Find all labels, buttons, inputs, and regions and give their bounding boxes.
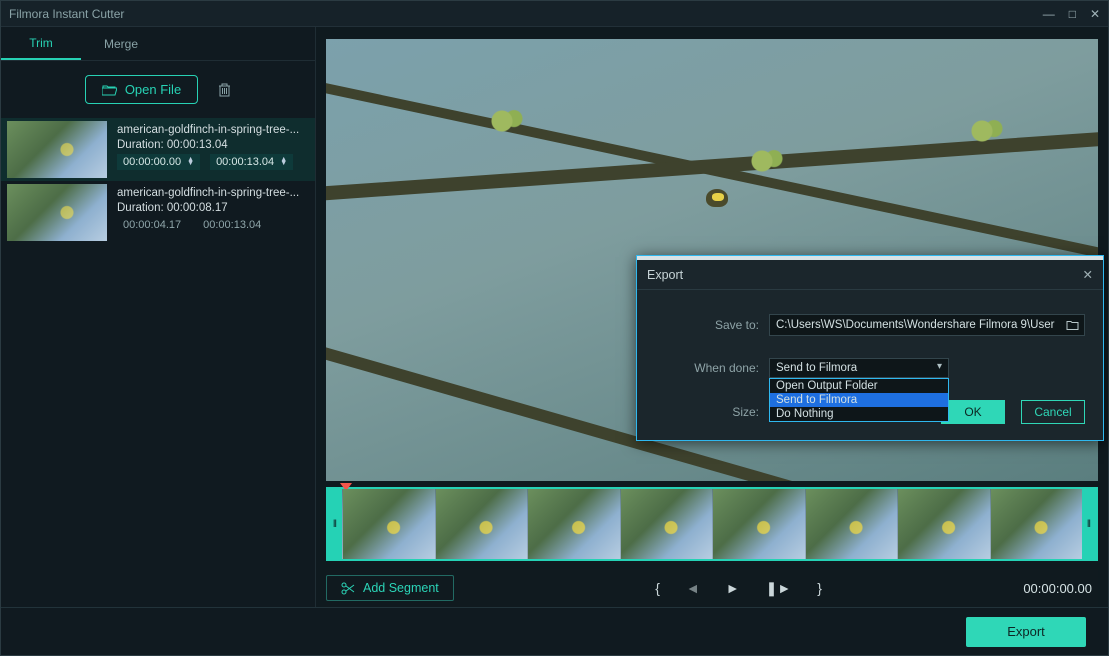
timeline-frame [897,489,990,559]
dialog-title: Export [647,268,683,282]
ok-button[interactable]: OK [941,400,1005,424]
export-dialog: Export ✕ Save to: C:\Users\WS\Documents\… [636,255,1104,441]
clip-thumbnail [7,184,107,241]
clip-in-time: 00:00:04.17 [117,217,187,233]
clip-duration: Duration: 00:00:08.17 [117,202,309,214]
save-to-input[interactable]: C:\Users\WS\Documents\Wondershare Filmor… [769,314,1085,336]
clip-item[interactable]: american-goldfinch-in-spring-tree-... Du… [1,118,315,181]
stepper-icon[interactable]: ▲▼ [187,158,194,166]
clip-out-time[interactable]: 00:00:13.04 ▲▼ [210,154,293,170]
step-forward-button[interactable]: ❚► [766,580,792,597]
timeline-frame [712,489,805,559]
timeline-frame [620,489,713,559]
scissors-icon [341,582,355,595]
minimize-button[interactable]: — [1043,7,1055,21]
export-button[interactable]: Export [966,617,1086,647]
window-controls: — □ ✕ [1043,7,1100,21]
timeline[interactable]: ‖ ‖ [326,487,1098,561]
clip-filename: american-goldfinch-in-spring-tree-... [117,187,309,199]
cancel-button[interactable]: Cancel [1021,400,1085,424]
dialog-close-icon[interactable]: ✕ [1083,267,1093,282]
main-panel: ‖ ‖ Add Segment [316,27,1108,607]
mark-in-button[interactable]: { [655,580,660,596]
play-button[interactable]: ► [726,580,740,596]
timeline-frame [990,489,1083,559]
browse-folder-icon[interactable] [1066,320,1079,331]
trim-handle-left[interactable]: ‖ [328,489,342,559]
save-to-label: Save to: [655,318,759,332]
add-segment-button[interactable]: Add Segment [326,575,454,601]
footer: Export [1,607,1108,655]
clip-item[interactable]: american-goldfinch-in-spring-tree-... Du… [1,181,315,244]
timeline-frame [805,489,898,559]
when-done-option[interactable]: Send to Filmora [770,393,948,407]
clip-in-time[interactable]: 00:00:00.00 ▲▼ [117,154,200,170]
when-done-select[interactable]: Send to Filmora [769,358,949,378]
clip-thumbnail [7,121,107,178]
mark-out-button[interactable]: } [817,580,822,596]
clip-list: american-goldfinch-in-spring-tree-... Du… [1,118,315,607]
current-timecode: 00:00:00.00 [1023,581,1098,596]
maximize-button[interactable]: □ [1069,7,1076,21]
app-title: Filmora Instant Cutter [9,7,124,21]
clip-filename: american-goldfinch-in-spring-tree-... [117,124,309,136]
open-file-button[interactable]: Open File [85,75,198,104]
title-bar: Filmora Instant Cutter — □ ✕ [1,1,1108,27]
clip-duration: Duration: 00:00:13.04 [117,139,309,151]
trim-handle-right[interactable]: ‖ [1082,489,1096,559]
when-done-option[interactable]: Do Nothing [770,407,948,421]
step-back-button[interactable]: ◄ [686,580,700,596]
tab-merge[interactable]: Merge [81,27,161,60]
timeline-frame [342,489,435,559]
size-label: Size: [655,405,759,419]
when-done-option[interactable]: Open Output Folder [770,379,948,393]
open-file-label: Open File [125,82,181,97]
sidebar: Trim Merge Open File americ [1,27,316,607]
clip-out-time: 00:00:13.04 [197,217,267,233]
tab-trim[interactable]: Trim [1,27,81,60]
when-done-dropdown: Open Output Folder Send to Filmora Do No… [769,378,949,422]
transport-bar: Add Segment { ◄ ► ❚► } 00:00:00.00 [326,569,1098,607]
mode-tabs: Trim Merge [1,27,315,61]
timeline-frame [527,489,620,559]
folder-open-icon [102,84,117,96]
delete-icon[interactable] [218,82,231,97]
close-button[interactable]: ✕ [1090,7,1100,21]
timeline-frame [435,489,528,559]
when-done-label: When done: [655,361,759,375]
bird-icon [706,189,728,207]
add-segment-label: Add Segment [363,581,439,595]
stepper-icon[interactable]: ▲▼ [280,158,287,166]
